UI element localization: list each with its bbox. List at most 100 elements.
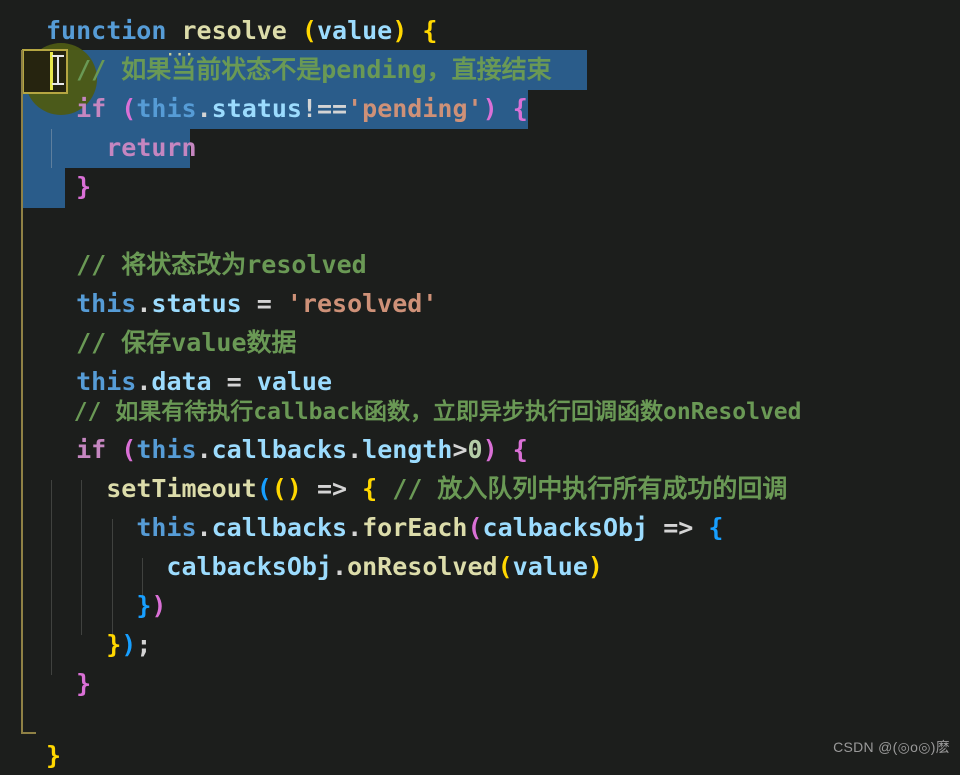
token-14-10	[693, 513, 708, 542]
code-line-7[interactable]: // 将状态改为resolved	[46, 245, 367, 284]
mouse-ibeam-cursor	[52, 55, 64, 85]
token-12-9: >	[452, 435, 468, 464]
token-14-4: .	[347, 513, 363, 542]
token-13-2: (	[256, 474, 272, 503]
token-10-2: .	[136, 367, 152, 396]
token-10-5: value	[256, 367, 333, 396]
token-16-0	[46, 591, 136, 620]
code-line-20[interactable]: }	[46, 736, 61, 775]
code-line-12[interactable]: if (this.callbacks.length>0) {	[46, 430, 528, 469]
active-bracket-guide-vertical	[21, 50, 23, 734]
code-line-17[interactable]: });	[46, 625, 151, 664]
token-12-11: )	[482, 435, 498, 464]
token-17-3: ;	[136, 630, 152, 659]
token-13-10: // 放入队列中执行所有成功的回调	[392, 474, 788, 503]
code-line-14[interactable]: this.callbacks.forEach(calbacksObj => {	[46, 508, 723, 547]
token-3-7: !==	[301, 94, 348, 123]
token-12-0	[46, 435, 76, 464]
code-line-11[interactable]: // 如果有待执行callback函数，立即异步执行回调函数onResolved	[46, 393, 802, 432]
token-15-5: value	[512, 552, 588, 581]
token-12-4: this	[136, 435, 197, 464]
token-8-4: =	[241, 289, 287, 318]
token-17-1: }	[106, 630, 122, 659]
token-3-11: {	[512, 94, 528, 123]
token-13-8: {	[362, 474, 378, 503]
token-14-3: callbacks	[211, 513, 348, 542]
token-12-8: length	[362, 435, 453, 464]
code-line-1[interactable]: function resolve (value) {	[46, 11, 437, 50]
token-15-4: (	[497, 552, 513, 581]
token-8-3: status	[151, 289, 242, 318]
token-13-9	[377, 474, 392, 503]
token-15-0	[46, 552, 166, 581]
token-5-1: }	[76, 172, 92, 201]
token-14-6: (	[467, 513, 483, 542]
token-1-3	[287, 16, 302, 45]
token-10-3: data	[151, 367, 212, 396]
ibeam-stem	[57, 57, 59, 83]
token-20-0: }	[46, 741, 62, 770]
token-13-3: (	[271, 474, 287, 503]
token-14-8	[648, 513, 663, 542]
token-2-0: // 如果当前状态不是pending，直接结束	[46, 55, 552, 84]
token-12-12	[498, 435, 513, 464]
code-line-8[interactable]: this.status = 'resolved'	[46, 284, 437, 323]
csdn-watermark: CSDN @(◎o◎)麽	[833, 739, 950, 755]
token-14-11: {	[708, 513, 724, 542]
token-10-4: =	[211, 367, 257, 396]
token-14-0	[46, 513, 136, 542]
token-13-5	[302, 474, 317, 503]
token-3-8: 'pending'	[347, 94, 483, 123]
token-16-2: )	[151, 591, 167, 620]
token-1-6: )	[392, 16, 408, 45]
token-14-5: forEach	[362, 513, 468, 542]
code-line-5[interactable]: }	[46, 167, 91, 206]
token-3-3: (	[121, 94, 137, 123]
token-8-1: this	[76, 289, 137, 318]
token-14-2: .	[196, 513, 212, 542]
token-1-2: resolve	[181, 16, 287, 45]
token-17-0	[46, 630, 106, 659]
active-bracket-guide-hook	[21, 732, 36, 734]
token-3-2	[106, 94, 121, 123]
token-12-5: .	[196, 435, 212, 464]
token-13-4: )	[286, 474, 302, 503]
token-8-0	[46, 289, 76, 318]
token-4-0	[46, 133, 106, 162]
token-14-9: =>	[663, 513, 694, 542]
token-1-0: function	[46, 16, 167, 45]
code-line-13[interactable]: setTimeout(() => { // 放入队列中执行所有成功的回调	[46, 469, 787, 508]
token-1-7	[407, 16, 422, 45]
token-12-3: (	[121, 435, 137, 464]
token-3-5: .	[196, 94, 212, 123]
token-13-6: =>	[316, 474, 348, 503]
token-3-4: this	[136, 94, 197, 123]
code-line-3[interactable]: if (this.status!=='pending') {	[46, 89, 528, 128]
code-line-9[interactable]: // 保存value数据	[46, 323, 296, 362]
token-14-7: calbacksObj	[482, 513, 649, 542]
token-3-10	[498, 94, 513, 123]
code-line-16[interactable]: })	[46, 586, 166, 625]
code-line-18[interactable]: }	[46, 664, 91, 703]
code-editor-viewport[interactable]: function resolve (value) { // 如果当前状态不是pe…	[0, 0, 960, 775]
code-line-4[interactable]: return	[46, 128, 197, 167]
token-1-4: (	[301, 16, 317, 45]
token-15-1: calbacksObj	[166, 552, 332, 581]
token-10-1: this	[76, 367, 137, 396]
code-line-2[interactable]: // 如果当前状态不是pending，直接结束	[46, 50, 552, 89]
token-12-6: callbacks	[211, 435, 348, 464]
token-18-0	[46, 669, 76, 698]
code-line-15[interactable]: calbacksObj.onResolved(value)	[46, 547, 603, 586]
token-13-1: setTimeout	[106, 474, 257, 503]
token-1-5: value	[316, 16, 393, 45]
token-5-0	[46, 172, 76, 201]
token-1-8: {	[422, 16, 438, 45]
token-16-1: }	[136, 591, 152, 620]
token-10-0	[46, 367, 76, 396]
token-4-1: return	[106, 133, 197, 162]
token-15-2: .	[332, 552, 348, 581]
token-3-1: if	[76, 94, 107, 123]
token-18-1: }	[76, 669, 92, 698]
token-8-2: .	[136, 289, 152, 318]
token-13-7	[347, 474, 362, 503]
